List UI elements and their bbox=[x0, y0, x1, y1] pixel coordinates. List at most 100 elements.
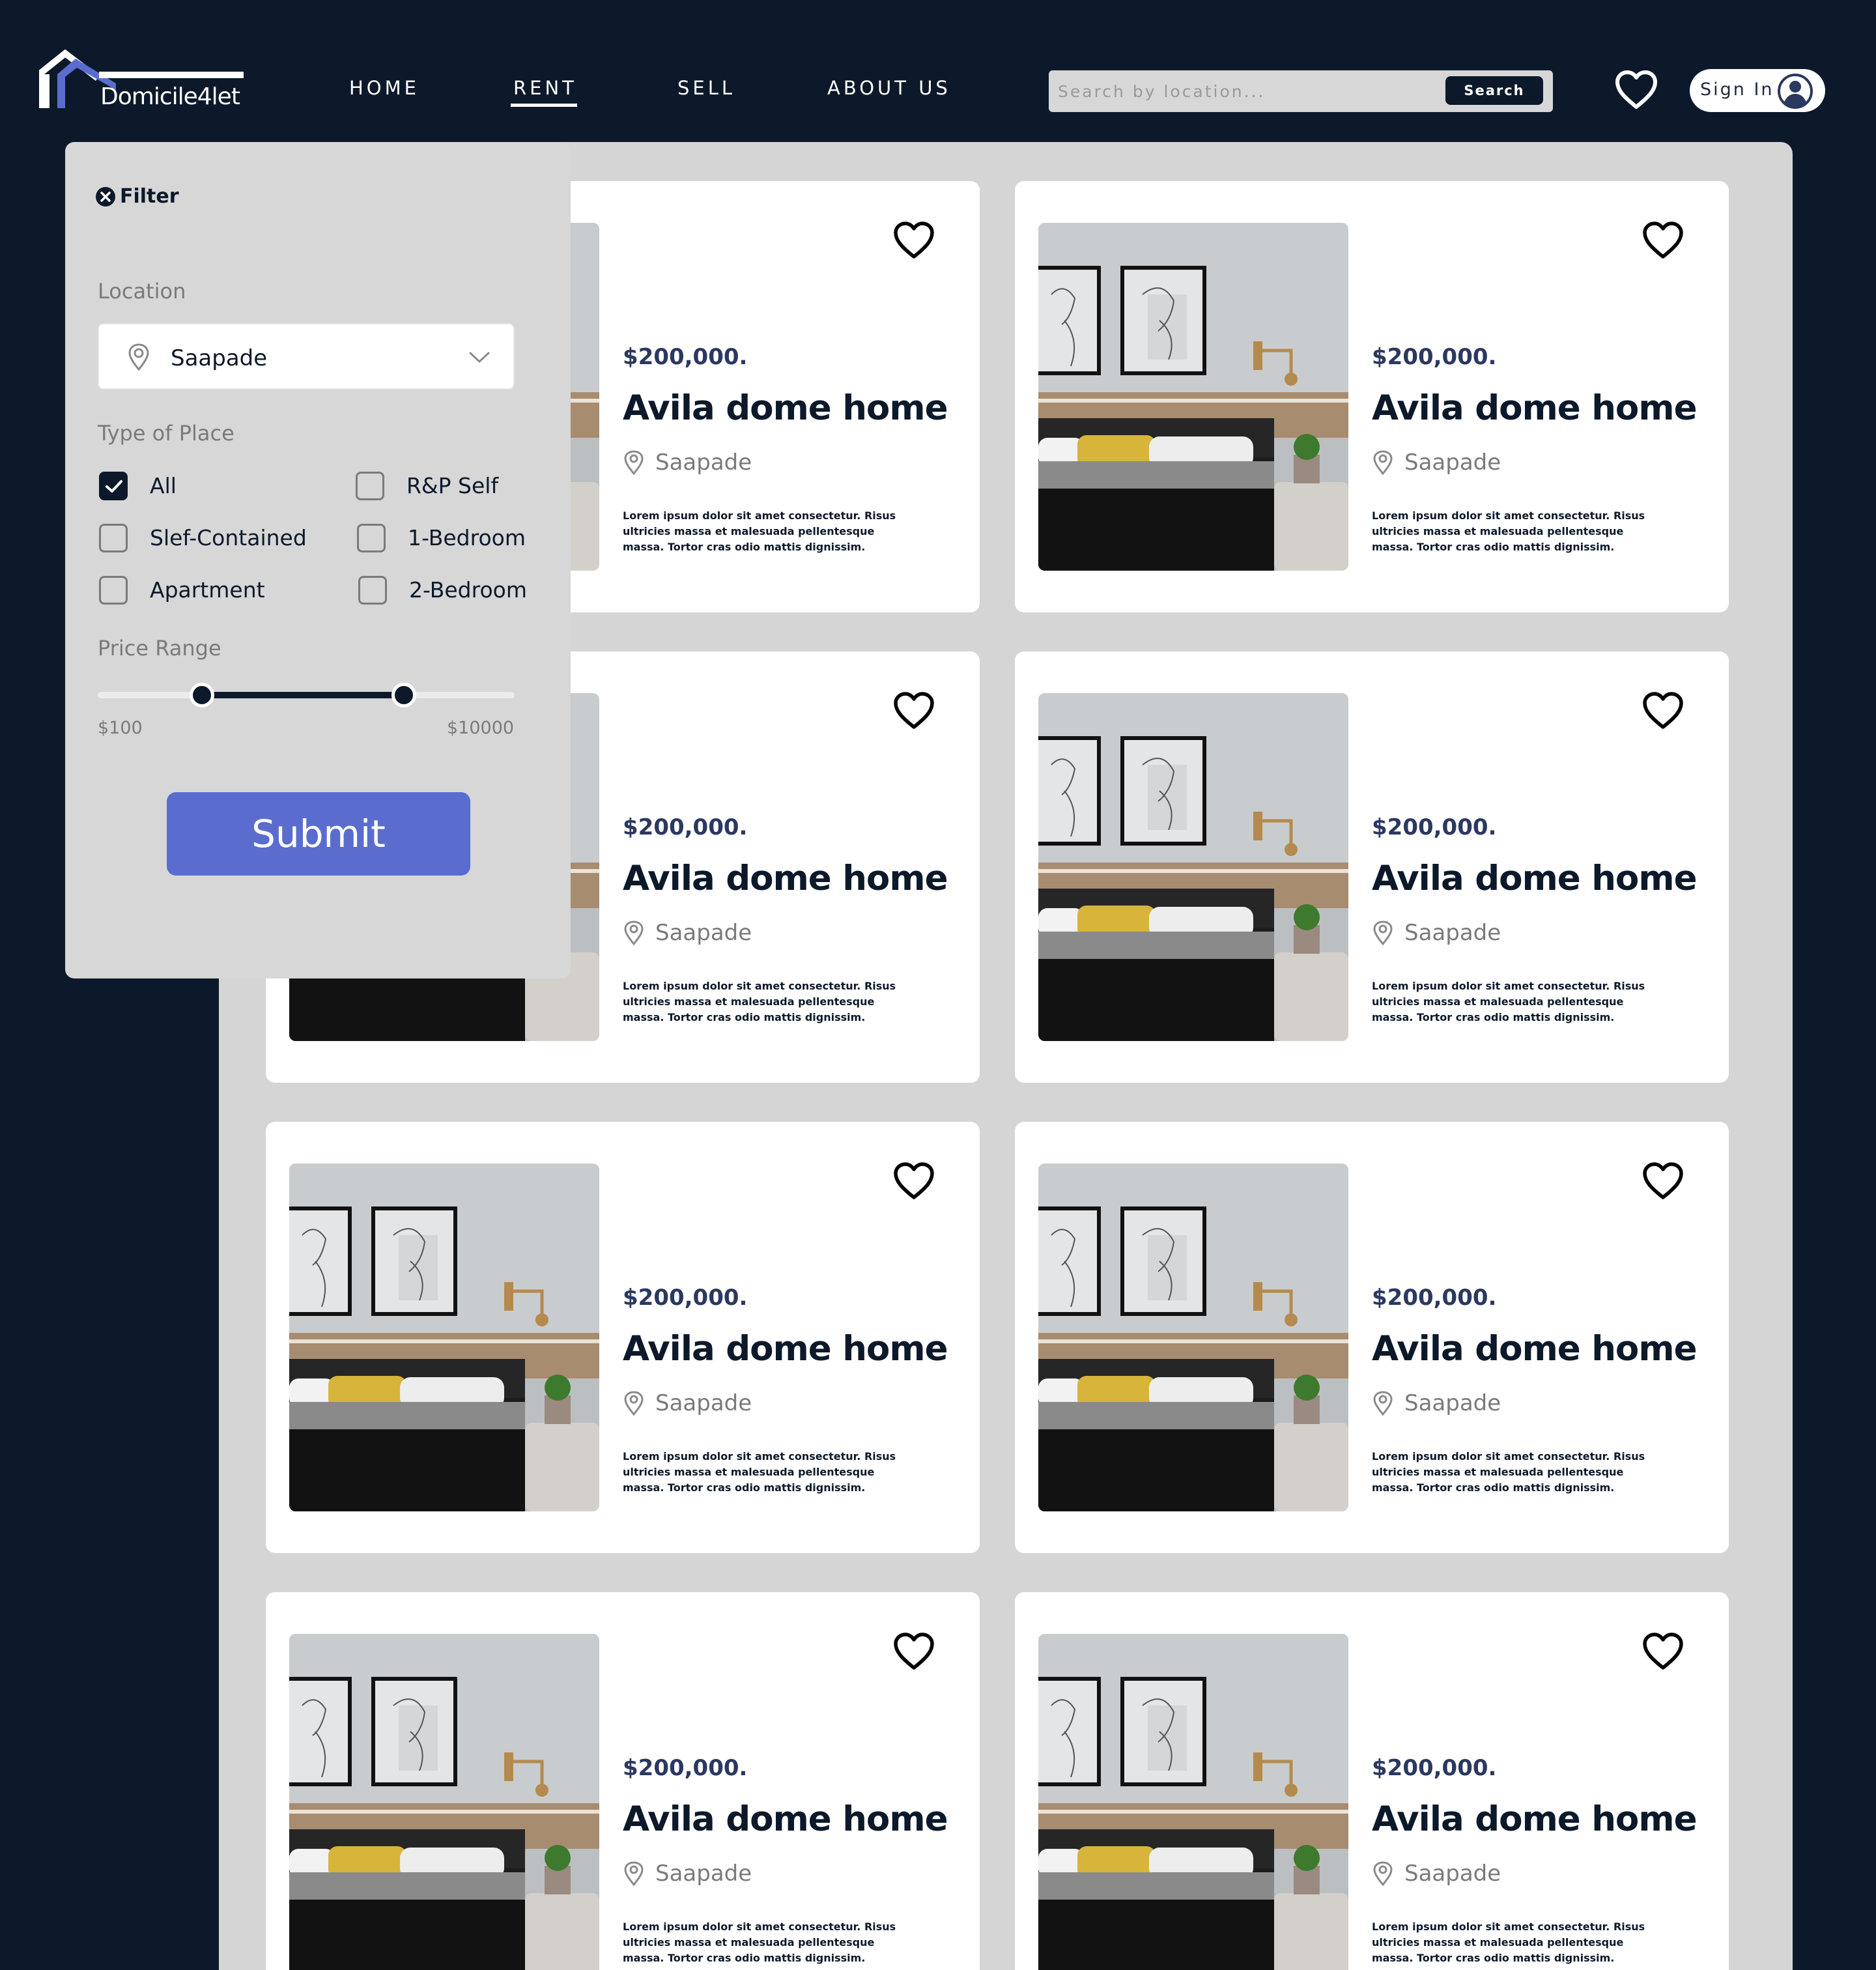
listing-price: $200,000. bbox=[623, 344, 748, 370]
listing-description: Lorem ipsum dolor sit amet consectetur. … bbox=[1372, 1450, 1645, 1494]
search-button[interactable]: Search bbox=[1445, 76, 1543, 105]
listing-card[interactable]: $200,000. Avila dome home Saapade Lorem … bbox=[1015, 651, 1729, 1083]
close-icon[interactable] bbox=[95, 186, 116, 207]
option-label: R&P Self bbox=[406, 473, 499, 498]
favorite-button[interactable] bbox=[892, 220, 935, 261]
listing-description: Lorem ipsum dolor sit amet consectetur. … bbox=[623, 1450, 896, 1494]
listing-price: $200,000. bbox=[623, 814, 748, 840]
heart-icon bbox=[894, 221, 934, 259]
listing-description: Lorem ipsum dolor sit amet consectetur. … bbox=[623, 1920, 896, 1964]
chevron-down-icon bbox=[469, 352, 490, 363]
favorite-button[interactable] bbox=[892, 1631, 935, 1672]
checkbox-self-contained[interactable] bbox=[99, 524, 128, 552]
favorite-button[interactable] bbox=[892, 691, 935, 731]
favorite-button[interactable] bbox=[1642, 1631, 1684, 1672]
option-label: Apartment bbox=[150, 577, 265, 603]
listing-location: Saapade bbox=[1404, 1390, 1501, 1416]
checkbox-apartment[interactable] bbox=[99, 576, 128, 605]
listing-location: Saapade bbox=[655, 920, 752, 946]
filter-title: Filter bbox=[120, 185, 179, 208]
nav-sell[interactable]: SELL bbox=[677, 77, 735, 99]
listing-title: Avila dome home bbox=[1372, 388, 1698, 428]
price-range-slider[interactable] bbox=[98, 683, 515, 707]
price-max-label: $10000 bbox=[447, 718, 515, 738]
listing-title: Avila dome home bbox=[623, 1329, 948, 1369]
location-pin-icon bbox=[624, 1391, 644, 1416]
heart-icon bbox=[1615, 70, 1657, 109]
favorite-button[interactable] bbox=[1642, 691, 1684, 731]
location-pin-icon bbox=[1373, 1861, 1393, 1887]
location-pin-icon bbox=[624, 450, 644, 476]
listing-price: $200,000. bbox=[623, 1285, 748, 1311]
checkbox-2-bedroom[interactable] bbox=[358, 576, 387, 605]
heart-icon bbox=[1643, 1633, 1683, 1670]
listing-title: Avila dome home bbox=[623, 388, 948, 428]
checkbox-rp-self[interactable] bbox=[356, 472, 384, 500]
location-pin-icon bbox=[128, 343, 149, 371]
listing-description: Lorem ipsum dolor sit amet consectetur. … bbox=[1372, 1920, 1645, 1964]
listing-card[interactable]: $200,000. Avila dome home Saapade Lorem … bbox=[1015, 181, 1729, 612]
checkbox-1-bedroom[interactable] bbox=[357, 524, 386, 552]
listing-photo bbox=[1038, 1163, 1348, 1511]
location-selected-value: Saapade bbox=[171, 345, 268, 371]
listing-title: Avila dome home bbox=[623, 859, 948, 898]
listing-price: $200,000. bbox=[1372, 344, 1497, 370]
brand-name: Domicile4let bbox=[100, 83, 240, 110]
listing-description: Lorem ipsum dolor sit amet consectetur. … bbox=[1372, 509, 1645, 553]
listing-photo bbox=[1038, 1634, 1348, 1970]
nav-home[interactable]: HOME bbox=[349, 77, 419, 99]
listing-price: $200,000. bbox=[1372, 1755, 1497, 1781]
user-avatar-icon bbox=[1778, 74, 1813, 109]
listing-location: Saapade bbox=[655, 1390, 752, 1416]
location-pin-icon bbox=[624, 921, 644, 946]
listing-price: $200,000. bbox=[623, 1755, 748, 1781]
search-input[interactable] bbox=[1058, 76, 1436, 107]
listing-photo bbox=[289, 1634, 599, 1970]
heart-icon bbox=[1643, 692, 1683, 729]
option-label: Slef-Contained bbox=[150, 525, 307, 550]
listing-card[interactable]: $200,000. Avila dome home Saapade Lorem … bbox=[266, 1122, 980, 1553]
option-label: All bbox=[150, 473, 177, 498]
listing-description: Lorem ipsum dolor sit amet consectetur. … bbox=[1372, 980, 1645, 1023]
price-max-handle[interactable] bbox=[391, 683, 416, 707]
location-pin-icon bbox=[624, 1861, 644, 1887]
favorites-button[interactable] bbox=[1614, 69, 1658, 111]
heart-icon bbox=[894, 1633, 934, 1670]
search-bar: Search bbox=[1049, 70, 1553, 112]
listing-title: Avila dome home bbox=[623, 1799, 948, 1839]
listing-card[interactable]: $200,000. Avila dome home Saapade Lorem … bbox=[266, 1592, 980, 1970]
location-select[interactable]: Saapade bbox=[98, 323, 515, 390]
brand-logo[interactable]: Domicile4let bbox=[39, 50, 248, 115]
sign-in-label: Sign In bbox=[1700, 79, 1774, 100]
listing-card[interactable]: $200,000. Avila dome home Saapade Lorem … bbox=[1015, 1122, 1729, 1553]
option-label: 2-Bedroom bbox=[409, 577, 527, 603]
checkmark-icon bbox=[106, 480, 122, 493]
heart-icon bbox=[894, 1162, 934, 1199]
listing-location: Saapade bbox=[1404, 450, 1501, 476]
listing-description: Lorem ipsum dolor sit amet consectetur. … bbox=[623, 509, 896, 553]
checkbox-all[interactable] bbox=[99, 472, 128, 500]
price-min-label: $100 bbox=[98, 718, 143, 738]
price-min-handle[interactable] bbox=[190, 683, 214, 707]
favorite-button[interactable] bbox=[892, 1161, 935, 1201]
location-pin-icon bbox=[1373, 921, 1393, 946]
nav-about-us[interactable]: ABOUT US bbox=[827, 77, 951, 99]
listing-card[interactable]: $200,000. Avila dome home Saapade Lorem … bbox=[1015, 1592, 1729, 1970]
favorite-button[interactable] bbox=[1642, 1161, 1684, 1201]
listing-location: Saapade bbox=[1404, 920, 1501, 946]
listing-photo bbox=[289, 1163, 599, 1511]
location-pin-icon bbox=[1373, 450, 1393, 476]
listing-location: Saapade bbox=[655, 450, 752, 476]
listing-photo bbox=[1038, 693, 1348, 1041]
listing-photo bbox=[1038, 223, 1348, 571]
submit-button[interactable]: Submit bbox=[167, 792, 470, 876]
heart-icon bbox=[1643, 221, 1683, 259]
heart-icon bbox=[894, 692, 934, 729]
listing-description: Lorem ipsum dolor sit amet consectetur. … bbox=[623, 980, 896, 1023]
sign-in-button[interactable]: Sign In bbox=[1690, 69, 1825, 112]
location-label: Location bbox=[98, 279, 186, 304]
price-range-label: Price Range bbox=[98, 636, 221, 661]
nav-rent[interactable]: RENT bbox=[511, 77, 577, 107]
type-of-place-label: Type of Place bbox=[98, 421, 234, 446]
favorite-button[interactable] bbox=[1642, 220, 1684, 261]
